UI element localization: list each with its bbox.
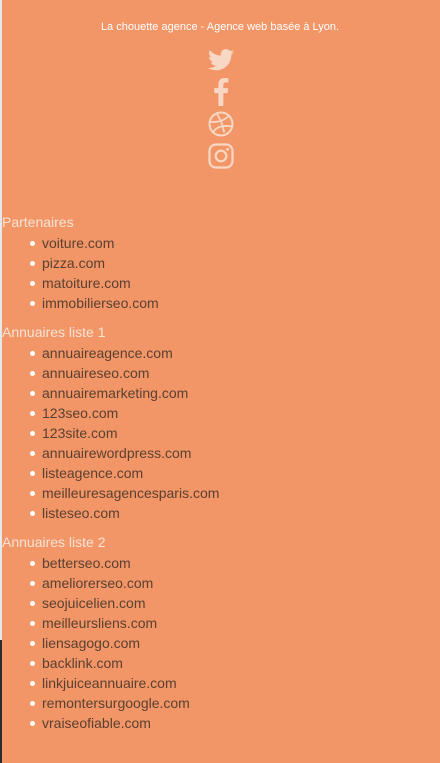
bullet (30, 601, 35, 606)
partners-directory: Partenaires voiture.com pizza.com matoit… (2, 213, 432, 743)
list-item: betterseo.com (30, 553, 432, 573)
section-annuaires-liste-1: Annuaires liste 1 annuaireagence.com ann… (2, 323, 432, 523)
list-item: voiture.com (30, 233, 432, 253)
list-item: 123site.com (30, 423, 432, 443)
bullet (30, 621, 35, 626)
bullet (30, 471, 35, 476)
list-item: ameliorerseo.com (30, 573, 432, 593)
twitter-icon (208, 49, 234, 71)
directory-link[interactable]: vraiseofiable.com (42, 715, 151, 731)
list-item: pizza.com (30, 253, 432, 273)
bullet (30, 491, 35, 496)
list-item: 123seo.com (30, 403, 432, 423)
twitter-link[interactable] (206, 45, 236, 75)
list-item: listeseo.com (30, 503, 432, 523)
bullet (30, 411, 35, 416)
dribbble-link[interactable] (206, 109, 236, 139)
facebook-icon (214, 78, 229, 106)
list-item: vraiseofiable.com (30, 713, 432, 733)
link-list: annuaireagence.com annuaireseo.com annua… (2, 343, 432, 523)
list-item: meilleursliens.com (30, 613, 432, 633)
directory-link[interactable]: meilleursliens.com (42, 615, 157, 631)
partner-link[interactable]: pizza.com (42, 255, 105, 271)
bullet (30, 661, 35, 666)
bullet (30, 241, 35, 246)
section-title: Partenaires (2, 214, 74, 230)
bullet (30, 681, 35, 686)
section-title: Annuaires liste 2 (2, 534, 106, 550)
list-item: listeagence.com (30, 463, 432, 483)
list-item: annuairewordpress.com (30, 443, 432, 463)
bullet (30, 261, 35, 266)
directory-link[interactable]: ameliorerseo.com (42, 575, 153, 591)
bullet (30, 371, 35, 376)
partner-link[interactable]: immobilierseo.com (42, 295, 159, 311)
list-item: annuaireseo.com (30, 363, 432, 383)
list-item: annuairemarketing.com (30, 383, 432, 403)
list-item: remontersurgoogle.com (30, 693, 432, 713)
directory-link[interactable]: listeagence.com (42, 465, 143, 481)
bullet (30, 281, 35, 286)
footer-tagline: La chouette agence - Agence web basée à … (100, 21, 340, 33)
list-item: annuaireagence.com (30, 343, 432, 363)
bullet (30, 451, 35, 456)
bullet (30, 301, 35, 306)
bullet (30, 561, 35, 566)
directory-link[interactable]: betterseo.com (42, 555, 131, 571)
directory-link[interactable]: listeseo.com (42, 505, 120, 521)
bullet (30, 511, 35, 516)
bullet (30, 351, 35, 356)
social-links (205, 45, 237, 173)
list-item: seojuicelien.com (30, 593, 432, 613)
directory-link[interactable]: annuairemarketing.com (42, 385, 188, 401)
instagram-icon (208, 143, 234, 169)
directory-link[interactable]: meilleuresagencesparis.com (42, 485, 219, 501)
list-item: liensagogo.com (30, 633, 432, 653)
bullet (30, 391, 35, 396)
bullet (30, 431, 35, 436)
bullet (30, 581, 35, 586)
bullet (30, 701, 35, 706)
directory-link[interactable]: annuaireagence.com (42, 345, 173, 361)
directory-link[interactable]: annuaireseo.com (42, 365, 149, 381)
partner-link[interactable]: matoiture.com (42, 275, 131, 291)
directory-link[interactable]: 123site.com (42, 425, 117, 441)
section-annuaires-liste-2: Annuaires liste 2 betterseo.com ameliore… (2, 533, 432, 733)
section-title: Annuaires liste 1 (2, 324, 106, 340)
instagram-link[interactable] (206, 141, 236, 171)
dribbble-icon (208, 111, 234, 137)
directory-link[interactable]: remontersurgoogle.com (42, 695, 190, 711)
directory-link[interactable]: linkjuiceannuaire.com (42, 675, 177, 691)
list-item: immobilierseo.com (30, 293, 432, 313)
list-item: meilleuresagencesparis.com (30, 483, 432, 503)
directory-link[interactable]: seojuicelien.com (42, 595, 146, 611)
partner-link[interactable]: voiture.com (42, 235, 114, 251)
link-list: betterseo.com ameliorerseo.com seojuicel… (2, 553, 432, 733)
link-list: voiture.com pizza.com matoiture.com immo… (2, 233, 432, 313)
directory-link[interactable]: annuairewordpress.com (42, 445, 191, 461)
bullet (30, 721, 35, 726)
section-partenaires: Partenaires voiture.com pizza.com matoit… (2, 213, 432, 313)
facebook-link[interactable] (206, 77, 236, 107)
directory-link[interactable]: 123seo.com (42, 405, 118, 421)
list-item: backlink.com (30, 653, 432, 673)
directory-link[interactable]: liensagogo.com (42, 635, 140, 651)
list-item: matoiture.com (30, 273, 432, 293)
bullet (30, 641, 35, 646)
directory-link[interactable]: backlink.com (42, 655, 123, 671)
list-item: linkjuiceannuaire.com (30, 673, 432, 693)
